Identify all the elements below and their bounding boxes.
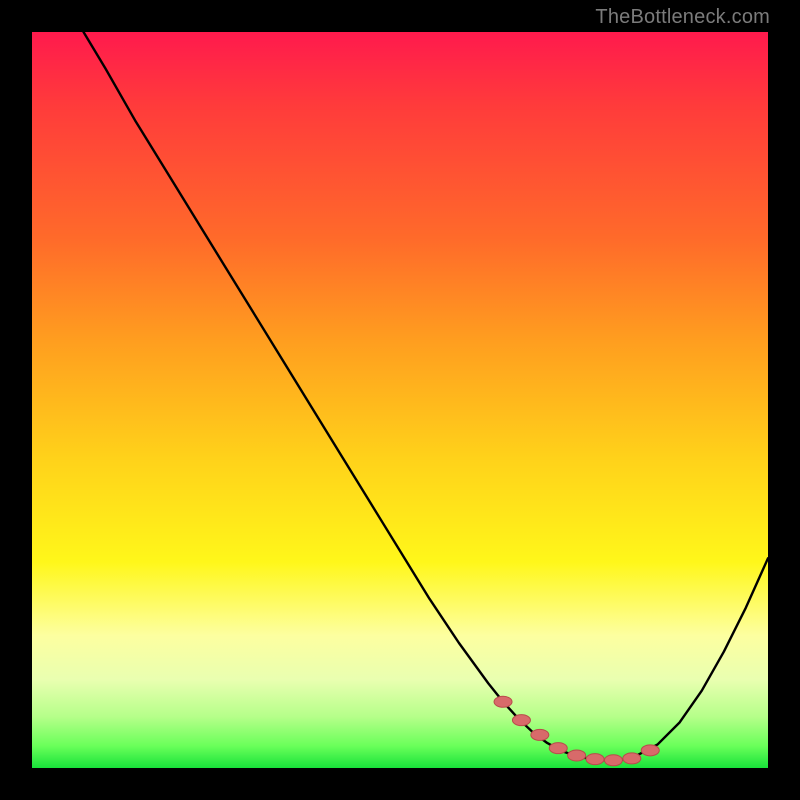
valley-marker <box>494 696 512 707</box>
valley-marker <box>604 755 622 766</box>
valley-marker <box>549 743 567 754</box>
line-series-curve <box>84 32 768 760</box>
marker-group <box>494 696 659 766</box>
valley-marker <box>641 745 659 756</box>
valley-marker <box>512 715 530 726</box>
plot-area <box>32 32 768 768</box>
watermark-label: TheBottleneck.com <box>595 6 770 29</box>
valley-marker <box>568 750 586 761</box>
valley-marker <box>586 754 604 765</box>
chart-svg <box>32 32 768 768</box>
chart-canvas: TheBottleneck.com <box>0 0 800 800</box>
valley-marker <box>531 729 549 740</box>
valley-marker <box>623 753 641 764</box>
